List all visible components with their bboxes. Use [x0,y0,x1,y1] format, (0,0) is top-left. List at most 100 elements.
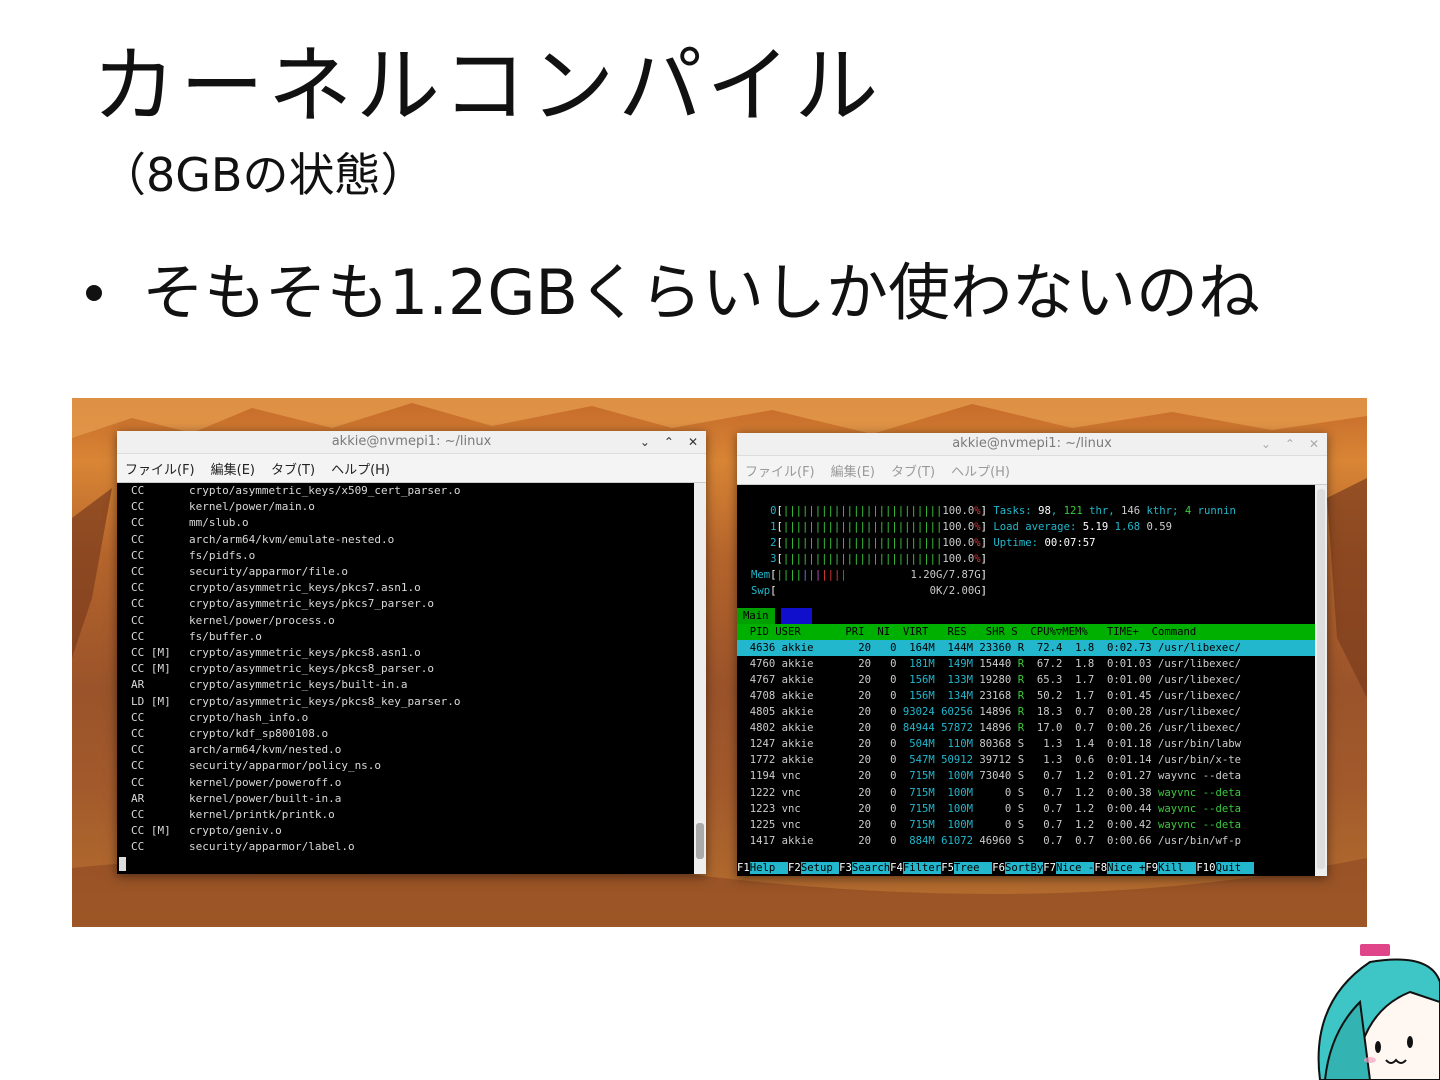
tab-main[interactable]: Main [737,607,775,624]
mem-bar: || [802,569,815,582]
process-row[interactable]: 4802 akkie 20 0 84944 57872 14896 R 17.0… [737,720,1315,736]
bracket: ] [980,505,994,517]
process-row[interactable]: 4760 akkie 20 0 181M 149M 15440 R 67.2 1… [737,656,1315,672]
fkey-f8[interactable]: F8 [1094,862,1107,874]
menu-file[interactable]: ファイル(F) [745,461,815,480]
process-time: 0:00.26 [1100,722,1159,735]
fkey-label[interactable]: Tree [953,862,993,874]
tab-io[interactable]: I/O [780,607,813,624]
scrollbar[interactable] [694,483,706,874]
process-row[interactable]: 1772 akkie 20 0 547M 50912 39712 S 1.3 0… [737,752,1315,768]
process-res: 149M [941,657,980,670]
fkey-f6[interactable]: F6 [992,862,1005,874]
process-cpu: 0.7 [1030,770,1069,783]
mem-bar: |||| [821,569,847,582]
scrollbar[interactable] [1315,485,1327,876]
close-icon[interactable]: ✕ [688,431,698,453]
fkey-label[interactable]: SortBy [1005,862,1044,874]
terminal-window-right[interactable]: akkie@nvmepi1: ~/linux ⌄ ⌃ ✕ ファイル(F) 編集(… [737,433,1327,876]
window-titlebar[interactable]: akkie@nvmepi1: ~/linux ⌄ ⌃ ✕ [737,433,1327,456]
menu-tab[interactable]: タブ(T) [271,459,315,478]
process-state: S [1017,802,1031,815]
terminal-line: CC security/apparmor/file.o [117,564,694,580]
process-row[interactable]: 4805 akkie 20 0 93024 60256 14896 R 18.3… [737,704,1315,720]
process-res: 100M [941,802,980,815]
process-state: R [1017,706,1031,719]
process-command: /usr/bin/x-te [1158,754,1241,767]
fkey-f5[interactable]: F5 [941,862,954,874]
terminal-line: CC crypto/asymmetric_keys/pkcs7.asn1.o [117,580,694,596]
build-file-path: kernel/printk/printk.o [189,808,335,822]
fkey-label[interactable]: Nice - [1056,862,1095,874]
process-row[interactable]: 1247 akkie 20 0 504M 110M 80368 S 1.3 1.… [737,736,1315,752]
fkey-f1[interactable]: F1 [737,862,750,874]
process-row[interactable]: 4767 akkie 20 0 156M 133M 19280 R 65.3 1… [737,672,1315,688]
fkey-f2[interactable]: F2 [788,862,801,874]
fkey-label[interactable]: Quit [1215,862,1254,874]
minimize-icon[interactable]: ⌄ [640,431,650,453]
fkey-label[interactable]: Search [851,862,891,874]
process-cpu: 1.3 [1030,738,1069,751]
build-file-path: kernel/power/main.o [189,500,315,514]
process-command: /usr/libexec/ [1158,722,1241,735]
fkey-label[interactable]: Help [749,862,789,874]
terminal-window-left[interactable]: akkie@nvmepi1: ~/linux ⌄ ⌃ ✕ ファイル(F) 編集(… [117,431,706,874]
menu-tab[interactable]: タブ(T) [891,461,935,480]
fkey-label[interactable]: Kill [1158,862,1197,874]
close-icon[interactable]: ✕ [1309,433,1319,455]
minimize-icon[interactable]: ⌄ [1261,433,1271,455]
fkey-f10[interactable]: F10 [1196,862,1215,874]
menu-file[interactable]: ファイル(F) [125,459,195,478]
process-state: S [1017,754,1031,767]
process-row[interactable]: 4708 akkie 20 0 156M 134M 23168 R 50.2 1… [737,688,1315,704]
process-command: wayvnc --deta [1158,818,1241,831]
process-cpu: 67.2 [1030,657,1069,670]
process-time: 0:01.03 [1100,657,1159,670]
load5: 1.68 [1114,521,1141,534]
terminal-output[interactable]: CC crypto/asymmetric_keys/x509_cert_parse… [117,483,694,874]
process-pid: 4636 [743,641,782,654]
window-titlebar[interactable]: akkie@nvmepi1: ~/linux ⌄ ⌃ ✕ [117,431,706,454]
terminal-line: CC arch/arm64/kvm/nested.o [117,742,694,758]
fkey-f4[interactable]: F4 [890,862,903,874]
bracket: ] [980,521,994,534]
maximize-icon[interactable]: ⌃ [1285,433,1295,455]
fkey-label[interactable]: Setup [800,862,840,874]
build-file-path: kernel/power/poweroff.o [189,775,342,789]
process-row[interactable]: 1225 vnc 20 0 715M 100M 0 S 0.7 1.2 0:00… [737,817,1315,833]
menu-edit[interactable]: 編集(E) [211,459,255,478]
build-file-path: security/apparmor/policy_ns.o [189,759,382,773]
htop-screen[interactable]: 0[|||||||||||||||||||||||||100.0%] Tasks… [737,485,1315,876]
process-row[interactable]: 1194 vnc 20 0 715M 100M 73040 S 0.7 1.2 … [737,768,1315,784]
cpu-id: 1 [751,521,777,534]
maximize-icon[interactable]: ⌃ [664,431,674,453]
fkey-f7[interactable]: F7 [1043,862,1056,874]
bracket: ] [980,537,994,550]
terminal-line: CC mm/slub.o [117,515,694,531]
scrollbar-thumb[interactable] [1317,489,1325,869]
fkey-f9[interactable]: F9 [1145,862,1158,874]
terminal-line: LD [M] crypto/asymmetric_keys/pkcs8_key_p… [117,694,694,710]
process-row[interactable]: 1417 akkie 20 0 884M 61072 46960 S 0.7 0… [737,833,1315,849]
scrollbar-thumb[interactable] [696,823,704,859]
process-pid: 4767 [743,673,782,686]
process-row[interactable]: 1222 vnc 20 0 715M 100M 0 S 0.7 1.2 0:00… [737,785,1315,801]
menu-help[interactable]: ヘルプ(H) [951,461,1010,480]
menu-edit[interactable]: 編集(E) [831,461,875,480]
process-cpu: 0.7 [1030,786,1069,799]
build-file-path: kernel/power/process.o [189,613,335,627]
menu-help[interactable]: ヘルプ(H) [331,459,390,478]
build-step-kind: CC [131,613,145,627]
fkey-f3[interactable]: F3 [839,862,852,874]
process-ni: 0 [877,738,903,751]
process-virt: 547M [902,754,942,767]
process-user: akkie [781,673,846,686]
terminal-line: CC crypto/asymmetric_keys/pkcs7_parser.o [117,596,694,612]
process-row[interactable]: 4636 akkie 20 0 164M 144M 23360 R 72.4 1… [737,639,1315,656]
swap-value: 0K/2.00G [776,585,981,598]
terminal-line: CC [M] crypto/geniv.o [117,823,694,839]
process-row[interactable]: 1223 vnc 20 0 715M 100M 0 S 0.7 1.2 0:00… [737,801,1315,817]
fkey-label[interactable]: Filter [902,862,942,874]
fkey-label[interactable]: Nice + [1107,862,1146,874]
build-step-kind: CC [131,775,145,789]
